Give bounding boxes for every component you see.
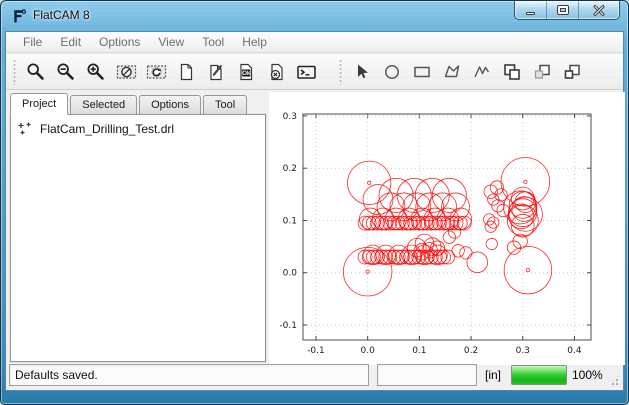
title-bar[interactable]: FlatCAM 8 bbox=[1, 1, 628, 31]
draw-polyline-button[interactable] bbox=[467, 57, 497, 87]
subtract-tool-button[interactable] bbox=[557, 57, 587, 87]
polygon-tool-icon bbox=[442, 62, 462, 82]
svg-text:-0.1: -0.1 bbox=[307, 346, 325, 356]
project-tree-panel[interactable]: FlatCam_Drilling_Test.drl bbox=[10, 114, 266, 362]
svg-text:0.2: 0.2 bbox=[283, 164, 297, 174]
select-tool-button[interactable] bbox=[347, 57, 377, 87]
window-controls bbox=[514, 1, 620, 20]
union-tool-button[interactable] bbox=[497, 57, 527, 87]
close-icon bbox=[593, 5, 605, 15]
units-label: [in] bbox=[485, 368, 501, 382]
delete-object-button[interactable] bbox=[261, 57, 291, 87]
tab-options[interactable]: Options bbox=[139, 95, 201, 115]
clear-plot-button[interactable] bbox=[111, 57, 141, 87]
svg-text:0.1: 0.1 bbox=[283, 216, 297, 226]
minimize-icon bbox=[526, 12, 535, 15]
zoom-fit-button[interactable] bbox=[21, 57, 51, 87]
clear-plot-icon bbox=[116, 62, 137, 82]
tab-project[interactable]: Project bbox=[10, 93, 68, 115]
menu-help[interactable]: Help bbox=[233, 33, 276, 51]
svg-text:-0.1: -0.1 bbox=[279, 321, 297, 331]
drill-plot: -0.1 0.0 0.1 0.2 0.3 0.4 0.3 0.2 0.1 0.0 -0.1 bbox=[269, 92, 625, 365]
menu-tool[interactable]: Tool bbox=[193, 33, 233, 51]
svg-text:Ok: Ok bbox=[242, 70, 251, 77]
svg-text:0.2: 0.2 bbox=[464, 346, 478, 356]
subtract-icon bbox=[562, 62, 582, 82]
tab-tool[interactable]: Tool bbox=[203, 95, 247, 115]
menu-view[interactable]: View bbox=[149, 33, 193, 51]
zoom-in-icon bbox=[86, 62, 106, 82]
zoom-fit-icon bbox=[26, 62, 46, 82]
intersection-tool-button[interactable] bbox=[527, 57, 557, 87]
tree-item-label: FlatCam_Drilling_Test.drl bbox=[40, 122, 174, 136]
app-window: FlatCAM 8 File Edit Options View Tool He… bbox=[0, 0, 629, 405]
edit-file-icon bbox=[206, 62, 226, 82]
toolbar-grip-2[interactable] bbox=[339, 59, 342, 85]
toolbar: Ok bbox=[6, 54, 623, 90]
status-bar: Defaults saved. [in] 100% bbox=[6, 362, 623, 388]
plot-canvas[interactable]: -0.1 0.0 0.1 0.2 0.3 0.4 0.3 0.2 0.1 0.0 -0.1 bbox=[269, 92, 625, 365]
svg-text:0.1: 0.1 bbox=[412, 346, 426, 356]
svg-text:0.3: 0.3 bbox=[283, 112, 297, 122]
status-message: Defaults saved. bbox=[9, 364, 369, 386]
menu-edit[interactable]: Edit bbox=[51, 33, 90, 51]
menu-bar: File Edit Options View Tool Help bbox=[6, 32, 623, 53]
zoom-in-button[interactable] bbox=[81, 57, 111, 87]
open-project-button[interactable] bbox=[201, 57, 231, 87]
progress-fill bbox=[512, 366, 566, 384]
tree-item-drill-file[interactable]: FlatCam_Drilling_Test.drl bbox=[13, 119, 263, 139]
close-button[interactable] bbox=[579, 1, 619, 19]
resize-grip[interactable] bbox=[607, 374, 620, 387]
zoom-out-button[interactable] bbox=[51, 57, 81, 87]
progress-bar bbox=[511, 365, 567, 385]
tab-selected[interactable]: Selected bbox=[70, 95, 137, 115]
svg-text:0.4: 0.4 bbox=[567, 346, 582, 356]
client-area: File Edit Options View Tool Help bbox=[5, 31, 624, 391]
status-field-secondary bbox=[377, 364, 477, 386]
progress-percent-label: 100% bbox=[572, 368, 603, 382]
draw-circle-button[interactable] bbox=[377, 57, 407, 87]
shell-button[interactable] bbox=[291, 57, 321, 87]
save-ok-button[interactable]: Ok bbox=[231, 57, 261, 87]
menu-file[interactable]: File bbox=[14, 33, 51, 51]
svg-text:0.0: 0.0 bbox=[283, 269, 298, 279]
flatcam-logo-icon[interactable] bbox=[11, 8, 27, 24]
svg-text:0.3: 0.3 bbox=[516, 346, 530, 356]
rectangle-tool-icon bbox=[412, 62, 432, 82]
delete-file-icon bbox=[266, 62, 286, 82]
replot-button[interactable] bbox=[141, 57, 171, 87]
minimize-button[interactable] bbox=[515, 1, 547, 19]
new-project-button[interactable] bbox=[171, 57, 201, 87]
draw-polygon-button[interactable] bbox=[437, 57, 467, 87]
draw-rectangle-button[interactable] bbox=[407, 57, 437, 87]
shell-icon bbox=[296, 62, 317, 82]
maximize-icon bbox=[558, 6, 568, 14]
ok-file-icon: Ok bbox=[236, 62, 256, 82]
maximize-button[interactable] bbox=[547, 1, 579, 19]
zoom-out-icon bbox=[56, 62, 76, 82]
panel-tabs: Project Selected Options Tool bbox=[10, 92, 249, 114]
polyline-tool-icon bbox=[472, 62, 492, 82]
toolbar-grip[interactable] bbox=[13, 59, 16, 85]
window-title: FlatCAM 8 bbox=[33, 1, 90, 31]
svg-text:0.0: 0.0 bbox=[361, 346, 376, 356]
circle-tool-icon bbox=[382, 62, 402, 82]
union-icon bbox=[502, 62, 522, 82]
intersection-icon bbox=[532, 62, 552, 82]
drill-marks-icon bbox=[17, 121, 33, 137]
new-file-icon bbox=[176, 62, 196, 82]
cursor-arrow-icon bbox=[352, 62, 372, 82]
menu-options[interactable]: Options bbox=[90, 33, 149, 51]
replot-icon bbox=[146, 62, 167, 82]
